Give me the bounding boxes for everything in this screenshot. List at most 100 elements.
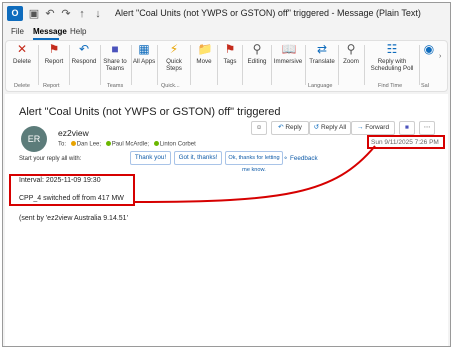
immersive-button[interactable]: 📖 Immersive bbox=[272, 42, 304, 66]
editing-label: Editing bbox=[247, 58, 267, 65]
immersive-label: Immersive bbox=[273, 58, 303, 65]
group-sal: Sal bbox=[421, 83, 429, 89]
save-icon[interactable]: ▣ bbox=[27, 7, 41, 21]
zoom-label: Zoom bbox=[343, 58, 359, 65]
title-bar: O ▣ ↶ ↷ ↑ ↓ Alert "Coal Units (not YWPS … bbox=[3, 3, 450, 25]
teams-icon: ■ bbox=[111, 42, 119, 56]
group-find-time: Find Time bbox=[378, 83, 403, 89]
suggested-reply[interactable]: Got it, thanks! bbox=[174, 151, 222, 165]
redo-icon[interactable]: ↷ bbox=[59, 7, 73, 21]
feedback-label: Feedback bbox=[290, 155, 318, 162]
delete-button[interactable]: ✕ Delete bbox=[10, 42, 34, 66]
body-highlight-annotation bbox=[9, 174, 135, 206]
reply-all-icon: ↺ bbox=[313, 124, 320, 131]
separator bbox=[38, 45, 39, 85]
group-language: Language bbox=[308, 83, 333, 89]
tags-label: Tags bbox=[223, 58, 237, 65]
message-subject: Alert "Coal Units (not YWPS or GSTON) of… bbox=[19, 106, 281, 118]
forward-button[interactable]: → Forward bbox=[351, 121, 395, 135]
more-actions-button[interactable]: ⋯ bbox=[419, 121, 435, 135]
arrow-up-icon[interactable]: ↑ bbox=[75, 7, 89, 21]
reply-all-label: Reply All bbox=[320, 124, 347, 131]
move-button[interactable]: 📁 Move bbox=[191, 42, 217, 66]
immersive-icon: 📖 bbox=[281, 42, 297, 56]
ribbon-tabs: File Message Help bbox=[3, 25, 450, 40]
undo-icon[interactable]: ↶ bbox=[43, 7, 57, 21]
translate-icon: ⇄ bbox=[316, 42, 328, 56]
message-pane: Alert "Coal Units (not YWPS or GSTON) of… bbox=[5, 94, 448, 346]
share-to-teams-label: Share to Teams bbox=[103, 58, 127, 72]
recipient[interactable]: Dan Lee; bbox=[77, 142, 101, 148]
suggested-reply[interactable]: Ok, thanks for letting me know. bbox=[225, 151, 283, 173]
presence-dot bbox=[105, 141, 111, 146]
ribbon-scroll-right-icon[interactable]: › bbox=[439, 53, 448, 75]
reply-button[interactable]: ↶ Reply bbox=[271, 121, 309, 135]
report-button[interactable]: ⚑ Report bbox=[40, 42, 68, 66]
presence-dot bbox=[153, 141, 159, 146]
all-apps-button[interactable]: ▦ All Apps bbox=[132, 42, 156, 66]
share-to-teams-button[interactable]: ■ Share to Teams bbox=[101, 42, 129, 73]
separator bbox=[364, 45, 365, 85]
tab-message[interactable]: Message bbox=[33, 27, 67, 36]
forward-label: Forward bbox=[365, 124, 390, 131]
group-quick-steps: Quick... bbox=[161, 83, 180, 89]
report-label: Report bbox=[44, 58, 64, 65]
outlook-logo-icon: O bbox=[7, 6, 23, 21]
editing-icon: ⚲ bbox=[252, 42, 262, 56]
recipients-line: To: Dan Lee; Paul McArdle; Linton Corbet bbox=[58, 141, 196, 148]
reply-icon: ↶ bbox=[278, 124, 284, 131]
teams-share-button[interactable]: ■ bbox=[399, 121, 415, 135]
delete-label: Delete bbox=[13, 58, 31, 65]
quick-steps-button[interactable]: ⚡ Quick Steps bbox=[158, 42, 190, 73]
reply-with-scheduling-poll-button[interactable]: ☷ Reply with Scheduling Poll bbox=[366, 42, 418, 73]
editing-button[interactable]: ⚲ Editing bbox=[243, 42, 271, 66]
presence-dot bbox=[70, 141, 76, 146]
avatar[interactable]: ER bbox=[21, 126, 47, 152]
teams-icon: ■ bbox=[405, 124, 409, 131]
tab-help[interactable]: Help bbox=[70, 27, 86, 36]
feedback-link[interactable]: ⚬ Feedback bbox=[283, 155, 318, 162]
all-apps-label: All Apps bbox=[132, 58, 156, 65]
respond-button[interactable]: ↶ Respond bbox=[70, 42, 98, 66]
report-icon: ⚑ bbox=[48, 42, 60, 56]
zoom-button[interactable]: ⚲ Zoom bbox=[339, 42, 363, 66]
copilot-icon: ◉ bbox=[423, 42, 435, 56]
scheduling-poll-label: Reply with Scheduling Poll bbox=[370, 58, 414, 72]
scheduling-poll-icon: ☷ bbox=[386, 42, 398, 56]
recipient[interactable]: Linton Corbet bbox=[160, 142, 196, 148]
zoom-icon: ⚲ bbox=[346, 42, 356, 56]
quick-steps-icon: ⚡ bbox=[169, 42, 179, 56]
separator bbox=[419, 45, 420, 85]
tags-button[interactable]: ⚑ Tags bbox=[218, 42, 242, 66]
copilot-button[interactable]: ◉ bbox=[422, 43, 436, 58]
suggested-reply[interactable]: Thank you! bbox=[130, 151, 171, 165]
more-icon: ⋯ bbox=[423, 124, 431, 131]
delete-icon: ✕ bbox=[16, 42, 28, 56]
move-label: Move bbox=[196, 58, 212, 65]
tags-icon: ⚑ bbox=[224, 42, 236, 56]
date-highlight-annotation bbox=[367, 135, 445, 149]
window-title: Alert "Coal Units (not YWPS or GSTON) of… bbox=[115, 8, 421, 18]
reply-all-button[interactable]: ↺ Reply All bbox=[309, 121, 351, 135]
smiley-icon: ☺ bbox=[255, 124, 263, 131]
suggested-replies-label: Start your reply all with: bbox=[19, 156, 82, 162]
group-teams: Teams bbox=[107, 83, 124, 89]
emoji-reaction-button[interactable]: ☺ bbox=[251, 121, 267, 135]
to-label: To bbox=[58, 141, 65, 148]
group-delete: Delete bbox=[14, 83, 30, 89]
body-line: (sent by 'ez2view Australia 9.14.51' bbox=[19, 215, 128, 222]
tab-file[interactable]: File bbox=[11, 27, 24, 36]
reply-label: Reply bbox=[285, 124, 302, 131]
ribbon: ✕ Delete ⚑ Report ↶ Respond ■ Share to T… bbox=[5, 40, 448, 92]
recipient[interactable]: Paul McArdle; bbox=[112, 142, 149, 148]
feedback-icon: ⚬ bbox=[283, 155, 289, 162]
translate-label: Translate bbox=[309, 58, 335, 65]
respond-icon: ↶ bbox=[78, 42, 90, 56]
sender-name[interactable]: ez2view bbox=[58, 128, 89, 138]
outlook-window: O ▣ ↶ ↷ ↑ ↓ Alert "Coal Units (not YWPS … bbox=[2, 2, 451, 347]
forward-icon: → bbox=[356, 124, 364, 131]
apps-icon: ▦ bbox=[138, 42, 150, 56]
arrow-down-icon[interactable]: ↓ bbox=[91, 7, 105, 21]
move-icon: 📁 bbox=[197, 42, 213, 56]
translate-button[interactable]: ⇄ Translate bbox=[306, 42, 338, 66]
